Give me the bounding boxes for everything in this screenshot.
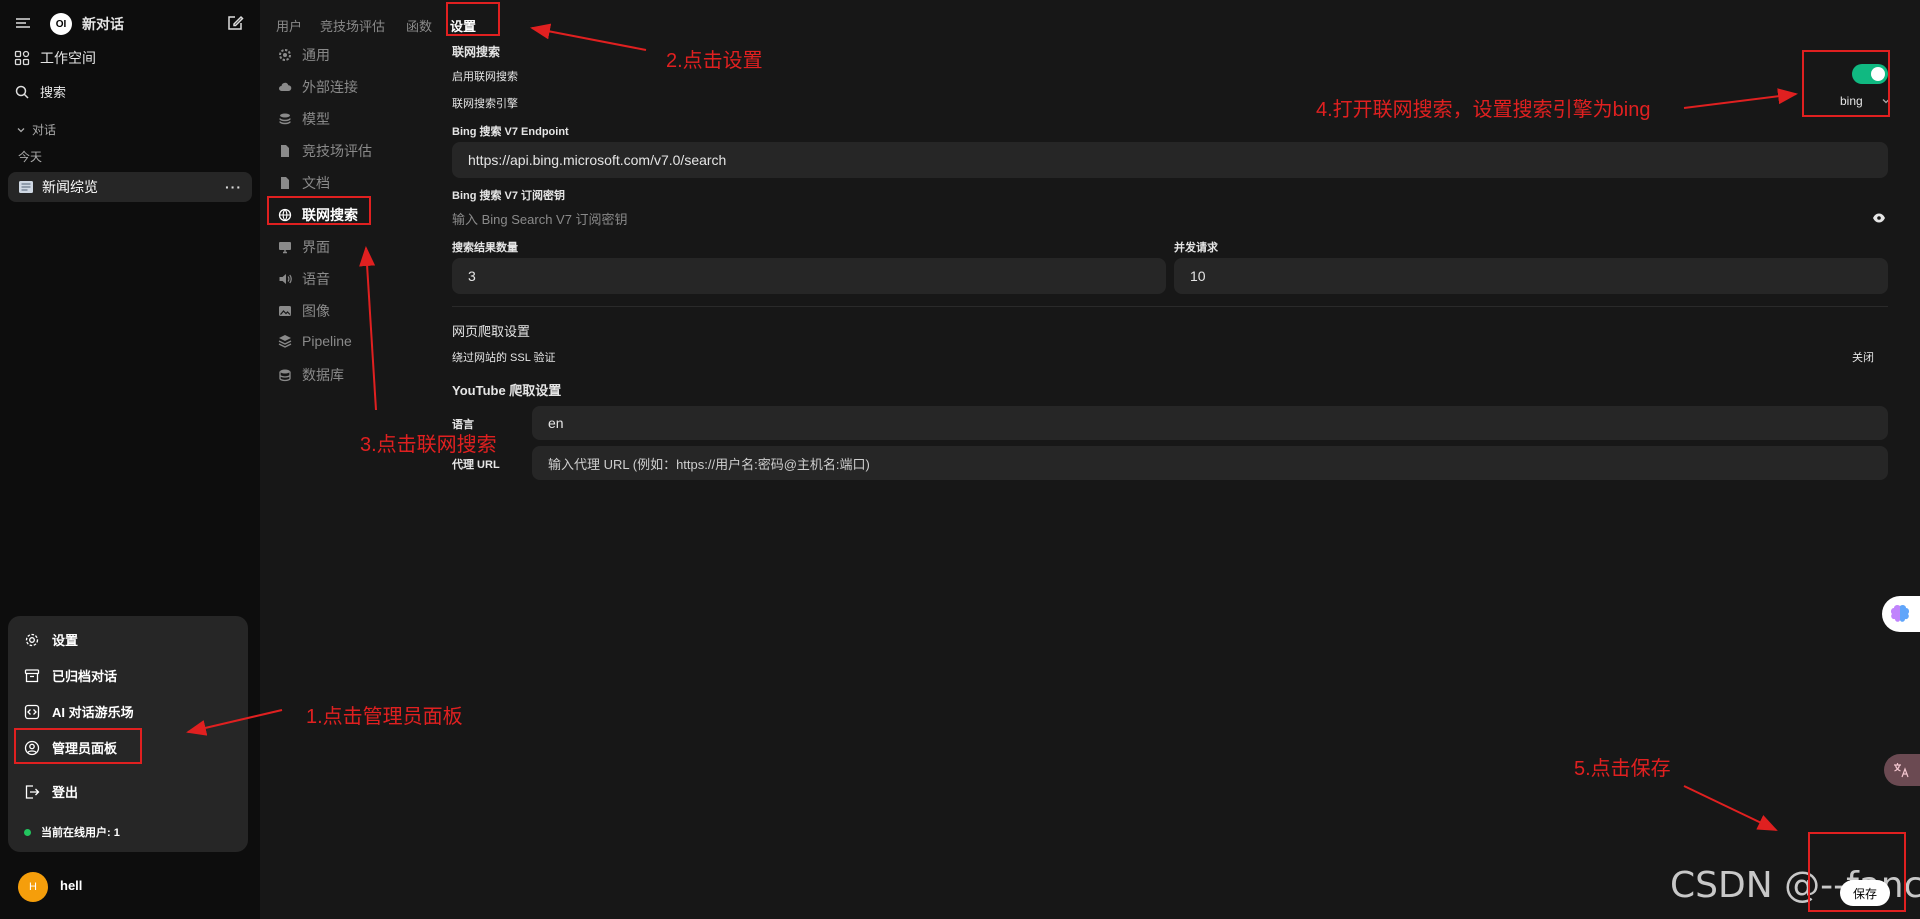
annotation-arrows <box>186 23 1798 831</box>
arrow-step1 <box>186 709 283 736</box>
arrow-step5 <box>1683 785 1778 831</box>
arrow-step3 <box>359 246 377 411</box>
arrow-step2 <box>530 23 647 51</box>
arrow-step4 <box>1683 88 1798 109</box>
